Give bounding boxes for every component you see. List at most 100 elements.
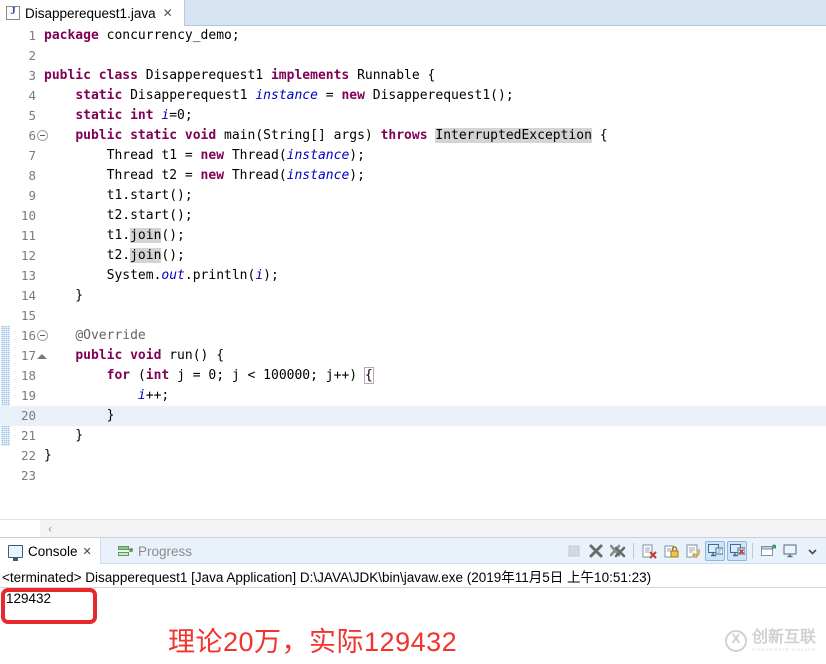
watermark-en-text: CHUANGXIN HULIAN xyxy=(751,646,816,652)
x-mark-icon xyxy=(589,544,603,558)
line-number-15: 15 xyxy=(20,308,36,323)
code-line-13[interactable]: 13 System.out.println(i); xyxy=(0,266,826,286)
code-line-9[interactable]: 9 t1.start(); xyxy=(0,186,826,206)
watermark-cn-text: 创新互联 xyxy=(751,628,816,646)
code-text: Thread t1 = new Thread(instance); xyxy=(44,148,365,163)
close-icon[interactable]: ✕ xyxy=(163,7,173,19)
console-icon xyxy=(8,544,23,561)
code-text: } xyxy=(44,428,84,443)
code-text: t2.join(); xyxy=(44,248,185,263)
line-number-2: 2 xyxy=(28,48,36,63)
line-number-10: 10 xyxy=(20,208,36,223)
line-number-13: 13 xyxy=(20,268,36,283)
code-line-10[interactable]: 10 t2.start(); xyxy=(0,206,826,226)
line-number-22: 22 xyxy=(20,448,36,463)
separator-1 xyxy=(633,543,634,559)
line-number-20: 20 xyxy=(20,408,36,423)
code-line-16[interactable]: 16 @Override xyxy=(0,326,826,346)
separator-2 xyxy=(752,543,753,559)
terminate-button[interactable] xyxy=(564,541,584,561)
display-selected-console-button[interactable] xyxy=(780,541,800,561)
code-line-12[interactable]: 12 t2.join(); xyxy=(0,246,826,266)
console-process-line: <terminated> Disapperequest1 [Java Appli… xyxy=(2,570,652,585)
code-text: static Disapperequest1 instance = new Di… xyxy=(75,88,514,103)
line-number-23: 23 xyxy=(20,468,36,483)
code-line-21[interactable]: 21 } xyxy=(0,426,826,446)
code-line-7[interactable]: 7 Thread t1 = new Thread(instance); xyxy=(0,146,826,166)
eclipse-ide-window: Disapperequest1.java ✕ 1 package concurre… xyxy=(0,0,826,664)
code-text: } xyxy=(44,448,52,463)
display-console-icon xyxy=(783,544,798,558)
line-number-21: 21 xyxy=(20,428,36,443)
progress-icon xyxy=(118,545,133,557)
scroll-left-icon[interactable]: ‹ xyxy=(44,523,56,535)
code-text: public void run() { xyxy=(75,348,225,363)
code-line-17[interactable]: 17 public void run() { xyxy=(0,346,826,366)
scroll-lock-button[interactable] xyxy=(661,541,681,561)
code-line-11[interactable]: 11 t1.join(); xyxy=(0,226,826,246)
code-line-3[interactable]: 3 public class Disapperequest1 implements… xyxy=(0,66,826,86)
tab-console[interactable]: Console ✕ xyxy=(0,538,101,564)
code-text: for (int j = 0; j < 100000; j++) { xyxy=(106,367,374,384)
remove-launch-button[interactable] xyxy=(586,541,606,561)
code-line-8[interactable]: 8 Thread t2 = new Thread(instance); xyxy=(0,166,826,186)
line-number-1: 1 xyxy=(28,28,36,43)
java-file-icon xyxy=(6,5,20,20)
pin-console-button[interactable] xyxy=(758,541,778,561)
word-wrap-icon xyxy=(686,544,701,559)
code-line-22[interactable]: 22} xyxy=(0,446,826,466)
line-number-14: 14 xyxy=(20,288,36,303)
lock-icon xyxy=(664,544,679,559)
console-menu-button[interactable] xyxy=(802,541,822,561)
console-output-icon xyxy=(707,544,723,558)
code-line-15[interactable]: 15 xyxy=(0,306,826,326)
code-line-4[interactable]: 4 static Disapperequest1 instance = new … xyxy=(0,86,826,106)
editor-horizontal-scrollbar[interactable]: ‹ xyxy=(0,519,826,538)
pin-console-icon xyxy=(760,544,776,558)
annotation-highlight-box xyxy=(1,588,97,624)
code-line-1[interactable]: 1 package concurrency_demo; xyxy=(0,26,826,46)
code-text: t1.start(); xyxy=(44,188,193,203)
code-text: t1.join(); xyxy=(44,228,185,243)
tab-progress-label: Progress xyxy=(138,543,193,559)
line-number-4: 4 xyxy=(28,88,36,103)
code-text: package concurrency_demo; xyxy=(44,28,240,43)
clear-console-button[interactable] xyxy=(639,541,659,561)
code-text: public class Disapperequest1 implements … xyxy=(44,68,436,83)
stop-square-icon xyxy=(567,544,581,558)
line-number-3: 3 xyxy=(28,68,36,83)
code-text: public static void main(String[] args) t… xyxy=(75,128,608,143)
code-text: t2.start(); xyxy=(44,208,193,223)
tab-progress[interactable]: Progress xyxy=(110,538,200,564)
line-number-18: 18 xyxy=(20,368,36,383)
editor-tab-label: Disapperequest1.java xyxy=(25,5,156,21)
console-toolbar xyxy=(564,540,822,562)
scrollbar-track xyxy=(0,520,40,538)
java-source-editor[interactable]: 1 package concurrency_demo; 2 3 public class… xyxy=(0,26,826,519)
code-line-2[interactable]: 2 xyxy=(0,46,826,66)
code-line-20[interactable]: 20 } xyxy=(0,406,826,426)
code-line-5[interactable]: 5 static int i=0; xyxy=(0,106,826,126)
console-divider xyxy=(0,587,826,588)
close-icon[interactable]: ✕ xyxy=(83,545,92,558)
remove-all-terminated-button[interactable] xyxy=(608,541,628,561)
code-line-14[interactable]: 14 } xyxy=(0,286,826,306)
line-number-7: 7 xyxy=(28,148,36,163)
code-line-6[interactable]: 6 public static void main(String[] args)… xyxy=(0,126,826,146)
word-wrap-button[interactable] xyxy=(683,541,703,561)
line-number-5: 5 xyxy=(28,108,36,123)
editor-tab-disapperequest1[interactable]: Disapperequest1.java ✕ xyxy=(0,0,185,26)
line-number-8: 8 xyxy=(28,168,36,183)
code-text: } xyxy=(44,408,115,423)
code-line-19[interactable]: 19 i++; xyxy=(0,386,826,406)
chevron-down-icon xyxy=(807,547,817,556)
show-console-on-output-button[interactable] xyxy=(705,541,725,561)
code-lines-container[interactable]: 1 package concurrency_demo; 2 3 public class… xyxy=(0,26,826,519)
code-text: System.out.println(i); xyxy=(44,268,279,283)
code-line-18[interactable]: 18 for (int j = 0; j < 100000; j++) { xyxy=(0,366,826,386)
code-line-23[interactable]: 23 xyxy=(0,466,826,486)
circle-x-logo-icon xyxy=(724,629,747,652)
show-console-on-error-button[interactable] xyxy=(727,541,747,561)
editor-tab-bar: Disapperequest1.java ✕ xyxy=(0,0,826,26)
code-text: static int i=0; xyxy=(75,108,193,123)
